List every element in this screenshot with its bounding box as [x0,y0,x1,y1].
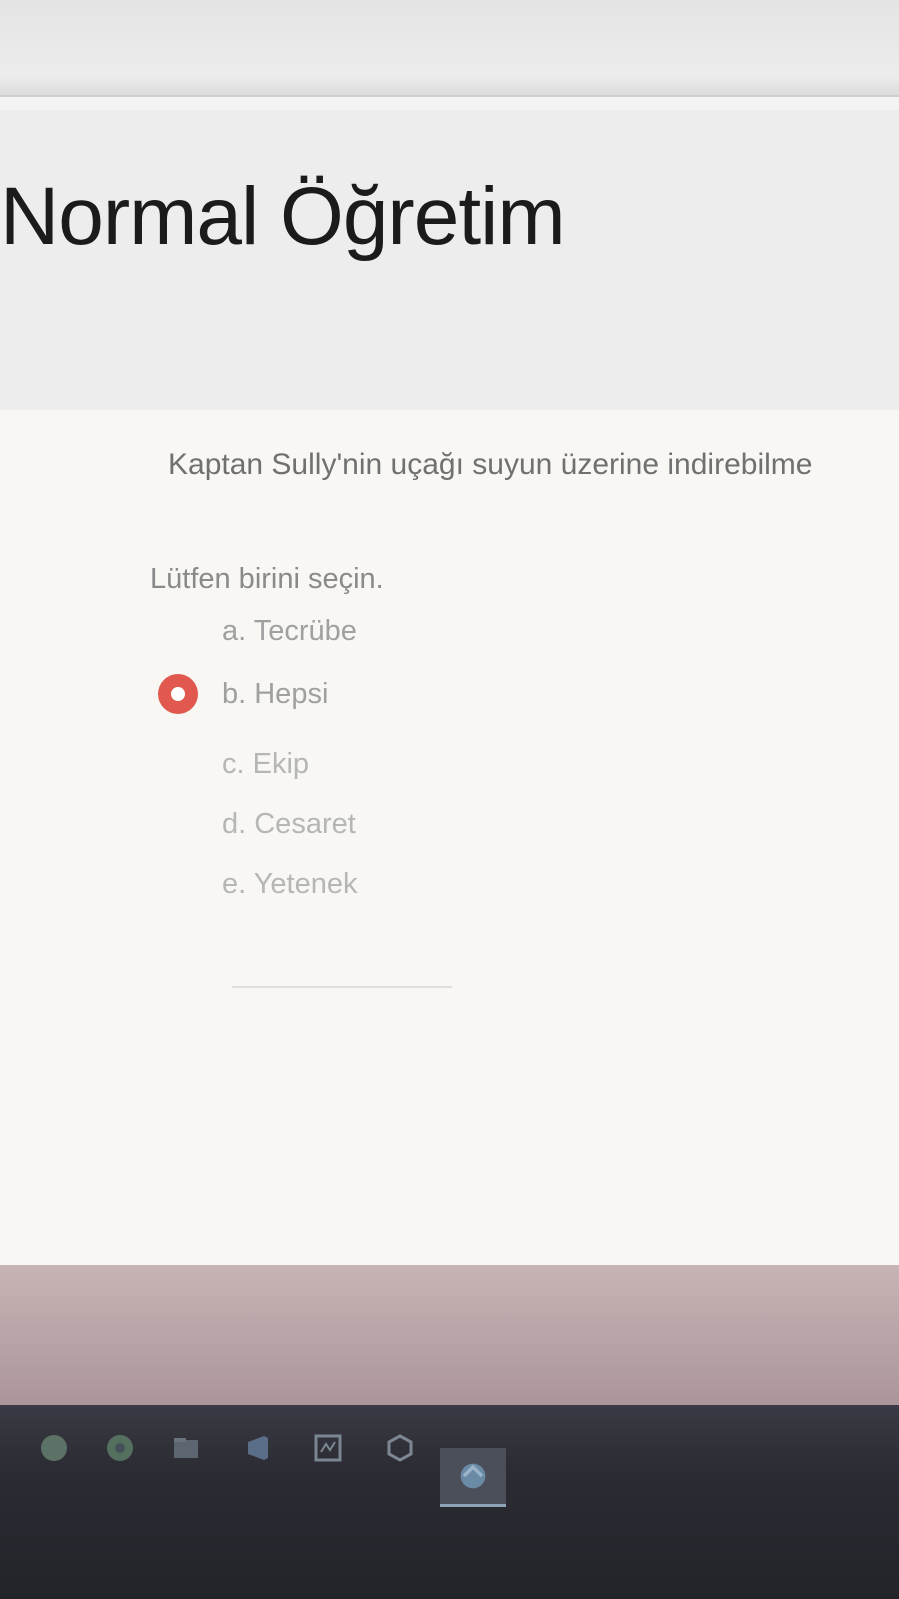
whatsapp-icon[interactable] [36,1430,72,1466]
radio-button[interactable] [158,744,198,784]
answer-option-a[interactable]: a. Tecrübe [150,607,650,655]
screen: Normal Öğretim Kaptan Sully'nin uçağı su… [0,0,899,1599]
radio-button[interactable] [158,611,198,651]
radio-button[interactable] [158,804,198,844]
box-icon[interactable] [382,1430,418,1466]
option-label: a. Tecrübe [222,614,357,647]
answer-option-c[interactable]: c. Ekip [150,740,650,788]
screen-bottom [0,1265,899,1415]
option-label: b. Hepsi [222,677,329,710]
answer-option-d[interactable]: d. Cesaret [150,800,650,848]
option-label: e. Yetenek [222,867,358,900]
clear-choice-link[interactable] [232,958,452,988]
app-icon[interactable] [310,1430,346,1466]
answer-option-e[interactable]: e. Yetenek [150,860,650,908]
answer-option-b[interactable]: b. Hepsi [150,670,650,718]
visual-studio-icon[interactable] [240,1430,276,1466]
browser-top-bar [0,0,899,97]
question-text: Kaptan Sully'nin uçağı suyun üzerine ind… [168,448,813,481]
active-window-icon[interactable] [440,1448,506,1507]
option-label: c. Ekip [222,747,310,780]
answer-prompt: Lütfen birini seçin. [150,563,384,595]
radio-button-selected[interactable] [158,674,198,714]
option-label: d. Cesaret [222,807,356,840]
radio-button[interactable] [158,864,198,904]
chrome-icon[interactable] [102,1430,138,1466]
page-title: Normal Öğretim [0,171,566,262]
file-explorer-icon[interactable] [168,1430,204,1466]
